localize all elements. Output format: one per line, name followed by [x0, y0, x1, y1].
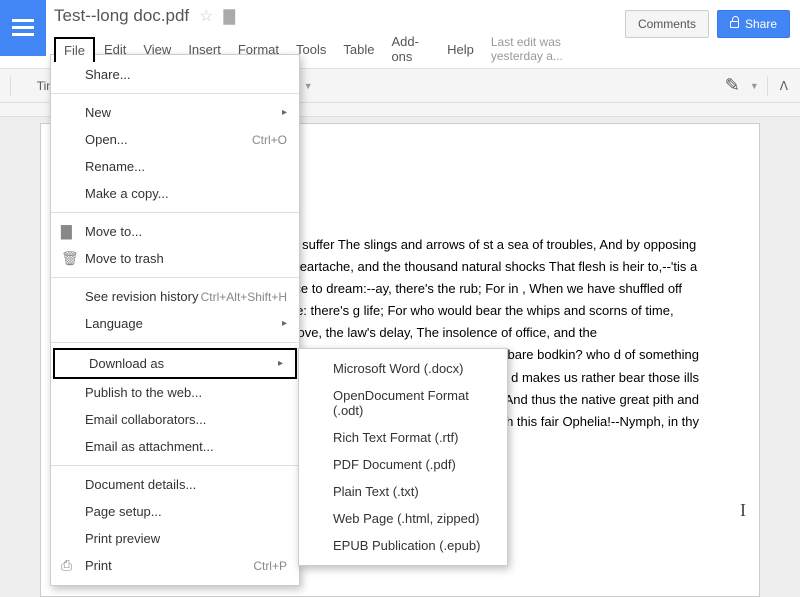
star-icon[interactable]: ☆: [199, 6, 213, 26]
trash-icon: 🗑: [61, 250, 79, 267]
last-edit-text[interactable]: Last edit was yesterday a...: [491, 35, 607, 63]
menu-email-attach[interactable]: Email as attachment...: [51, 433, 299, 460]
lock-icon: [730, 21, 739, 28]
menu-open[interactable]: Open...Ctrl+O: [51, 126, 299, 153]
menu-new[interactable]: New▸: [51, 99, 299, 126]
editing-mode-icon[interactable]: ✎: [721, 73, 744, 98]
submenu-pdf[interactable]: PDF Document (.pdf): [299, 451, 507, 478]
document-title[interactable]: Test--long doc.pdf: [54, 6, 189, 26]
menu-share[interactable]: Share...: [51, 61, 299, 88]
docs-logo[interactable]: [0, 0, 46, 56]
menu-revision-history[interactable]: See revision historyCtrl+Alt+Shift+H: [51, 283, 299, 310]
menu-publish-web[interactable]: Publish to the web...: [51, 379, 299, 406]
download-as-submenu: Microsoft Word (.docx) OpenDocument Form…: [298, 348, 508, 566]
menu-move-to[interactable]: ▇Move to...: [51, 218, 299, 245]
menu-email-collab[interactable]: Email collaborators...: [51, 406, 299, 433]
menu-table[interactable]: Table: [335, 38, 382, 61]
submenu-epub[interactable]: EPUB Publication (.epub): [299, 532, 507, 559]
submenu-txt[interactable]: Plain Text (.txt): [299, 478, 507, 505]
menu-rename[interactable]: Rename...: [51, 153, 299, 180]
menu-file[interactable]: File: [54, 37, 95, 62]
folder-icon: ▇: [61, 223, 72, 240]
menu-language[interactable]: Language▸: [51, 310, 299, 337]
menu-print[interactable]: ⎙PrintCtrl+P: [51, 552, 299, 579]
comments-button[interactable]: Comments: [625, 10, 709, 38]
submenu-docx[interactable]: Microsoft Word (.docx): [299, 355, 507, 382]
menu-print-preview[interactable]: Print preview: [51, 525, 299, 552]
menu-page-setup[interactable]: Page setup...: [51, 498, 299, 525]
collapse-icon[interactable]: ᐱ: [776, 77, 792, 95]
folder-icon[interactable]: ▇: [223, 7, 235, 25]
menu-help[interactable]: Help: [439, 38, 482, 61]
share-label: Share: [745, 17, 777, 31]
file-dropdown-menu: Share... New▸ Open...Ctrl+O Rename... Ma…: [50, 54, 300, 586]
menu-doc-details[interactable]: Document details...: [51, 471, 299, 498]
menu-move-trash[interactable]: 🗑Move to trash: [51, 245, 299, 272]
print-icon: ⎙: [61, 557, 72, 574]
submenu-odt[interactable]: OpenDocument Format (.odt): [299, 382, 507, 424]
menu-addons[interactable]: Add-ons: [383, 30, 438, 68]
submenu-html[interactable]: Web Page (.html, zipped): [299, 505, 507, 532]
menu-download-as[interactable]: Download as▸: [53, 348, 297, 379]
share-button[interactable]: Share: [717, 10, 790, 38]
menu-make-copy[interactable]: Make a copy...: [51, 180, 299, 207]
submenu-rtf[interactable]: Rich Text Format (.rtf): [299, 424, 507, 451]
text-cursor-icon: I: [740, 500, 746, 521]
